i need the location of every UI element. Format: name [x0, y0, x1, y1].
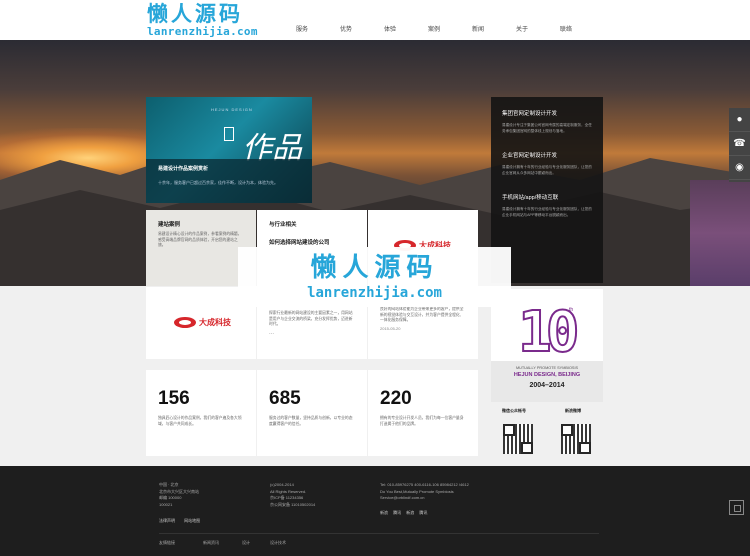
- feature-title: 易建设计作品案例赏析: [158, 166, 209, 172]
- social-link[interactable]: 新浪: [380, 510, 388, 515]
- stat-number: 156: [158, 388, 190, 409]
- service-title: 手机网站/app/移动互联: [502, 195, 559, 201]
- service-item[interactable]: 集团官网定制设计开发 易建设计专注于集团公司官网专属的高端定制服务，全任务承包集…: [502, 109, 592, 134]
- watermark-chinese: 懒人源码: [310, 253, 439, 283]
- footer-links: 法律声明 网站地图: [159, 518, 208, 524]
- anniversary-suffix: th: [569, 307, 574, 313]
- footer-contact: Tel: 010-85976275 400-6116-106 85984212 …: [380, 482, 469, 502]
- footer-text: 京公网安备 11010502014: [270, 501, 316, 507]
- service-desc: 易建设计拥有十年的行业经验与专业化服务团队，让您的企业手机网站与APP等移动平台…: [502, 207, 592, 217]
- service-item[interactable]: 手机网站/app/移动互联 易建设计拥有十年的行业经验与专业化服务团队，让您的企…: [502, 193, 592, 218]
- featured-case-card[interactable]: HEJUN DESIGN 作品 易建设计作品案例赏析 十余年，服务客户已超过百余…: [146, 97, 312, 203]
- dacheng-name: 大成科技: [199, 318, 231, 327]
- phone-icon[interactable]: ☎: [729, 132, 750, 156]
- tile-title: 建站案例: [158, 222, 181, 228]
- footer-bottom-link[interactable]: 设计: [242, 540, 250, 546]
- social-link[interactable]: 腾讯: [393, 510, 401, 515]
- footer-text: 100021: [159, 501, 173, 507]
- site-header: 懒人源码 lanrenzhijia.com 服务 优势 体验 案例 新闻 关于 …: [0, 0, 750, 40]
- service-desc: 易建设计拥有十年的行业经验与专业化服务团队，让您的企业官网从众多网站中脱颖而出。: [502, 165, 592, 175]
- qq-icon[interactable]: ●: [729, 108, 750, 132]
- footer-bottom-link[interactable]: 友情链接: [159, 540, 175, 546]
- stat-card: 685 服务过的客户数量，坚持品质与创新，以专业的态度赢得客户的信任。: [257, 370, 367, 456]
- feature-caption: 易建设计作品案例赏析 十余年，服务客户已超过百余家，佳作不断，设计为本，体验为先…: [146, 159, 312, 203]
- main-nav: 服务 优势 体验 案例 新闻 关于 联络: [280, 24, 588, 33]
- stat-card: 156 独具匠心设计的作品案例，我们的客户遍及各大领域，与客户共同成长。: [146, 370, 256, 456]
- footer-text: Service@orblindf.com.cn: [380, 495, 425, 500]
- stat-desc: 服务过的客户数量，坚持品质与创新，以专业的态度赢得客户的信任。: [269, 416, 353, 426]
- stat-number: 685: [269, 388, 301, 409]
- stat-number: 220: [380, 388, 412, 409]
- watermark-overlay: 懒人源码 lanrenzhijia.com: [238, 247, 511, 307]
- service-title: 集团官网定制设计开发: [502, 111, 558, 117]
- tile-title: 与行业相关: [269, 222, 297, 228]
- logo-domain: lanrenzhijia.com: [147, 25, 258, 38]
- watermark-domain: lanrenzhijia.com: [307, 285, 442, 301]
- site-logo[interactable]: 懒人源码 lanrenzhijia.com: [147, 2, 258, 38]
- nav-item-advantages[interactable]: 优势: [324, 24, 368, 33]
- qr-label-wechat: 微信公众帐号: [502, 408, 526, 413]
- footer-address: 中国 · 北京 北京市大兴区大兴南站 邮编 100000 100021: [159, 482, 199, 508]
- hero-right-edge: [690, 180, 750, 286]
- fullscreen-icon[interactable]: [729, 500, 744, 515]
- service-item[interactable]: 企业官网定制设计开发 易建设计拥有十年的行业经验与专业化服务团队，让您的企业官网…: [502, 151, 592, 176]
- site-footer: 中国 · 北京 北京市大兴区大兴南站 邮编 100000 100021 (c)2…: [0, 466, 750, 556]
- tile-more-dots: ...: [269, 329, 275, 336]
- nav-item-contact[interactable]: 联络: [544, 24, 588, 33]
- floating-contact-bar: ● ☎ ◉: [729, 108, 750, 182]
- service-desc: 易建设计专注于集团公司官网专属的高端定制服务，全任务承包集团官网的整体线上规划与…: [502, 123, 592, 133]
- qr-label-weibo: 新浪微博: [565, 408, 581, 413]
- anniversary-slogan: MUTUALLY PROMOTE SYMBIOSIS: [515, 366, 579, 370]
- nav-item-about[interactable]: 关于: [500, 24, 544, 33]
- footer-divider: [159, 533, 599, 534]
- nav-item-cases[interactable]: 案例: [412, 24, 456, 33]
- footer-text: Tel: 010-85976275 400-6116-106 85984212 …: [380, 482, 469, 487]
- stat-desc: 拥有的专业设计开发人员，我们为每一位客户量身打造属于他们的品牌。: [380, 416, 464, 426]
- footer-bottom-link[interactable]: 设计技术: [270, 540, 286, 546]
- footer-social: 新浪 腾讯 新浪 腾讯: [380, 510, 431, 516]
- anniversary-caption: MUTUALLY PROMOTE SYMBIOSIS HEJUN DESIGN,…: [491, 361, 603, 402]
- social-link[interactable]: 腾讯: [419, 510, 427, 515]
- weibo-qr-code: [561, 424, 591, 454]
- tile-subtitle: 如何选择网站建设的公司: [269, 240, 330, 246]
- wechat-icon[interactable]: ◉: [729, 156, 750, 180]
- footer-copyright: (c)2004-2014 All Rights Reserved. 京ICP备 …: [270, 482, 315, 508]
- anniversary-years: 2004–2014: [529, 382, 565, 389]
- brand-mark-icon: [224, 127, 234, 141]
- nav-item-experience[interactable]: 体验: [368, 24, 412, 33]
- stat-card: 220 拥有的专业设计开发人员，我们为每一位客户量身打造属于他们的品牌。: [368, 370, 478, 456]
- nav-item-news[interactable]: 新闻: [456, 24, 500, 33]
- anniversary-number: 10: [517, 300, 581, 365]
- tile-date: 2015-05-20: [380, 325, 401, 331]
- page: 懒人源码 lanrenzhijia.com 服务 优势 体验 案例 新闻 关于 …: [0, 0, 750, 556]
- tile-desc: 易建设计精心设计的作品案例，参看案例的精髓，感受高端品牌官网的品质体验，开启您的…: [158, 232, 242, 247]
- legal-link[interactable]: 法律声明: [159, 518, 175, 523]
- sitemap-link[interactable]: 网站地图: [184, 518, 200, 523]
- logo-chinese: 懒人源码: [147, 2, 243, 26]
- service-title: 企业官网定制设计开发: [502, 153, 558, 159]
- social-link[interactable]: 新浪: [406, 510, 414, 515]
- anniversary-badge: 10 th MUTUALLY PROMOTE SYMBIOSIS HEJUN D…: [491, 289, 603, 402]
- anniversary-company: HEJUN DESIGN, BEIJING: [513, 372, 581, 378]
- stat-desc: 独具匠心设计的作品案例，我们的客户遍及各大领域，与客户共同成长。: [158, 416, 242, 426]
- feature-brand-small: HEJUN DESIGN: [211, 107, 253, 112]
- dacheng-swoosh-icon: [174, 317, 196, 328]
- footer-bottom-link[interactable]: 新闻资讯: [203, 540, 219, 546]
- wechat-qr-code: [503, 424, 533, 454]
- feature-desc: 十余年，服务客户已超过百余家，佳作不断，设计为本，体验为先。: [158, 180, 278, 185]
- dacheng-logo: 大成科技: [174, 317, 231, 328]
- nav-item-services[interactable]: 服务: [280, 24, 324, 33]
